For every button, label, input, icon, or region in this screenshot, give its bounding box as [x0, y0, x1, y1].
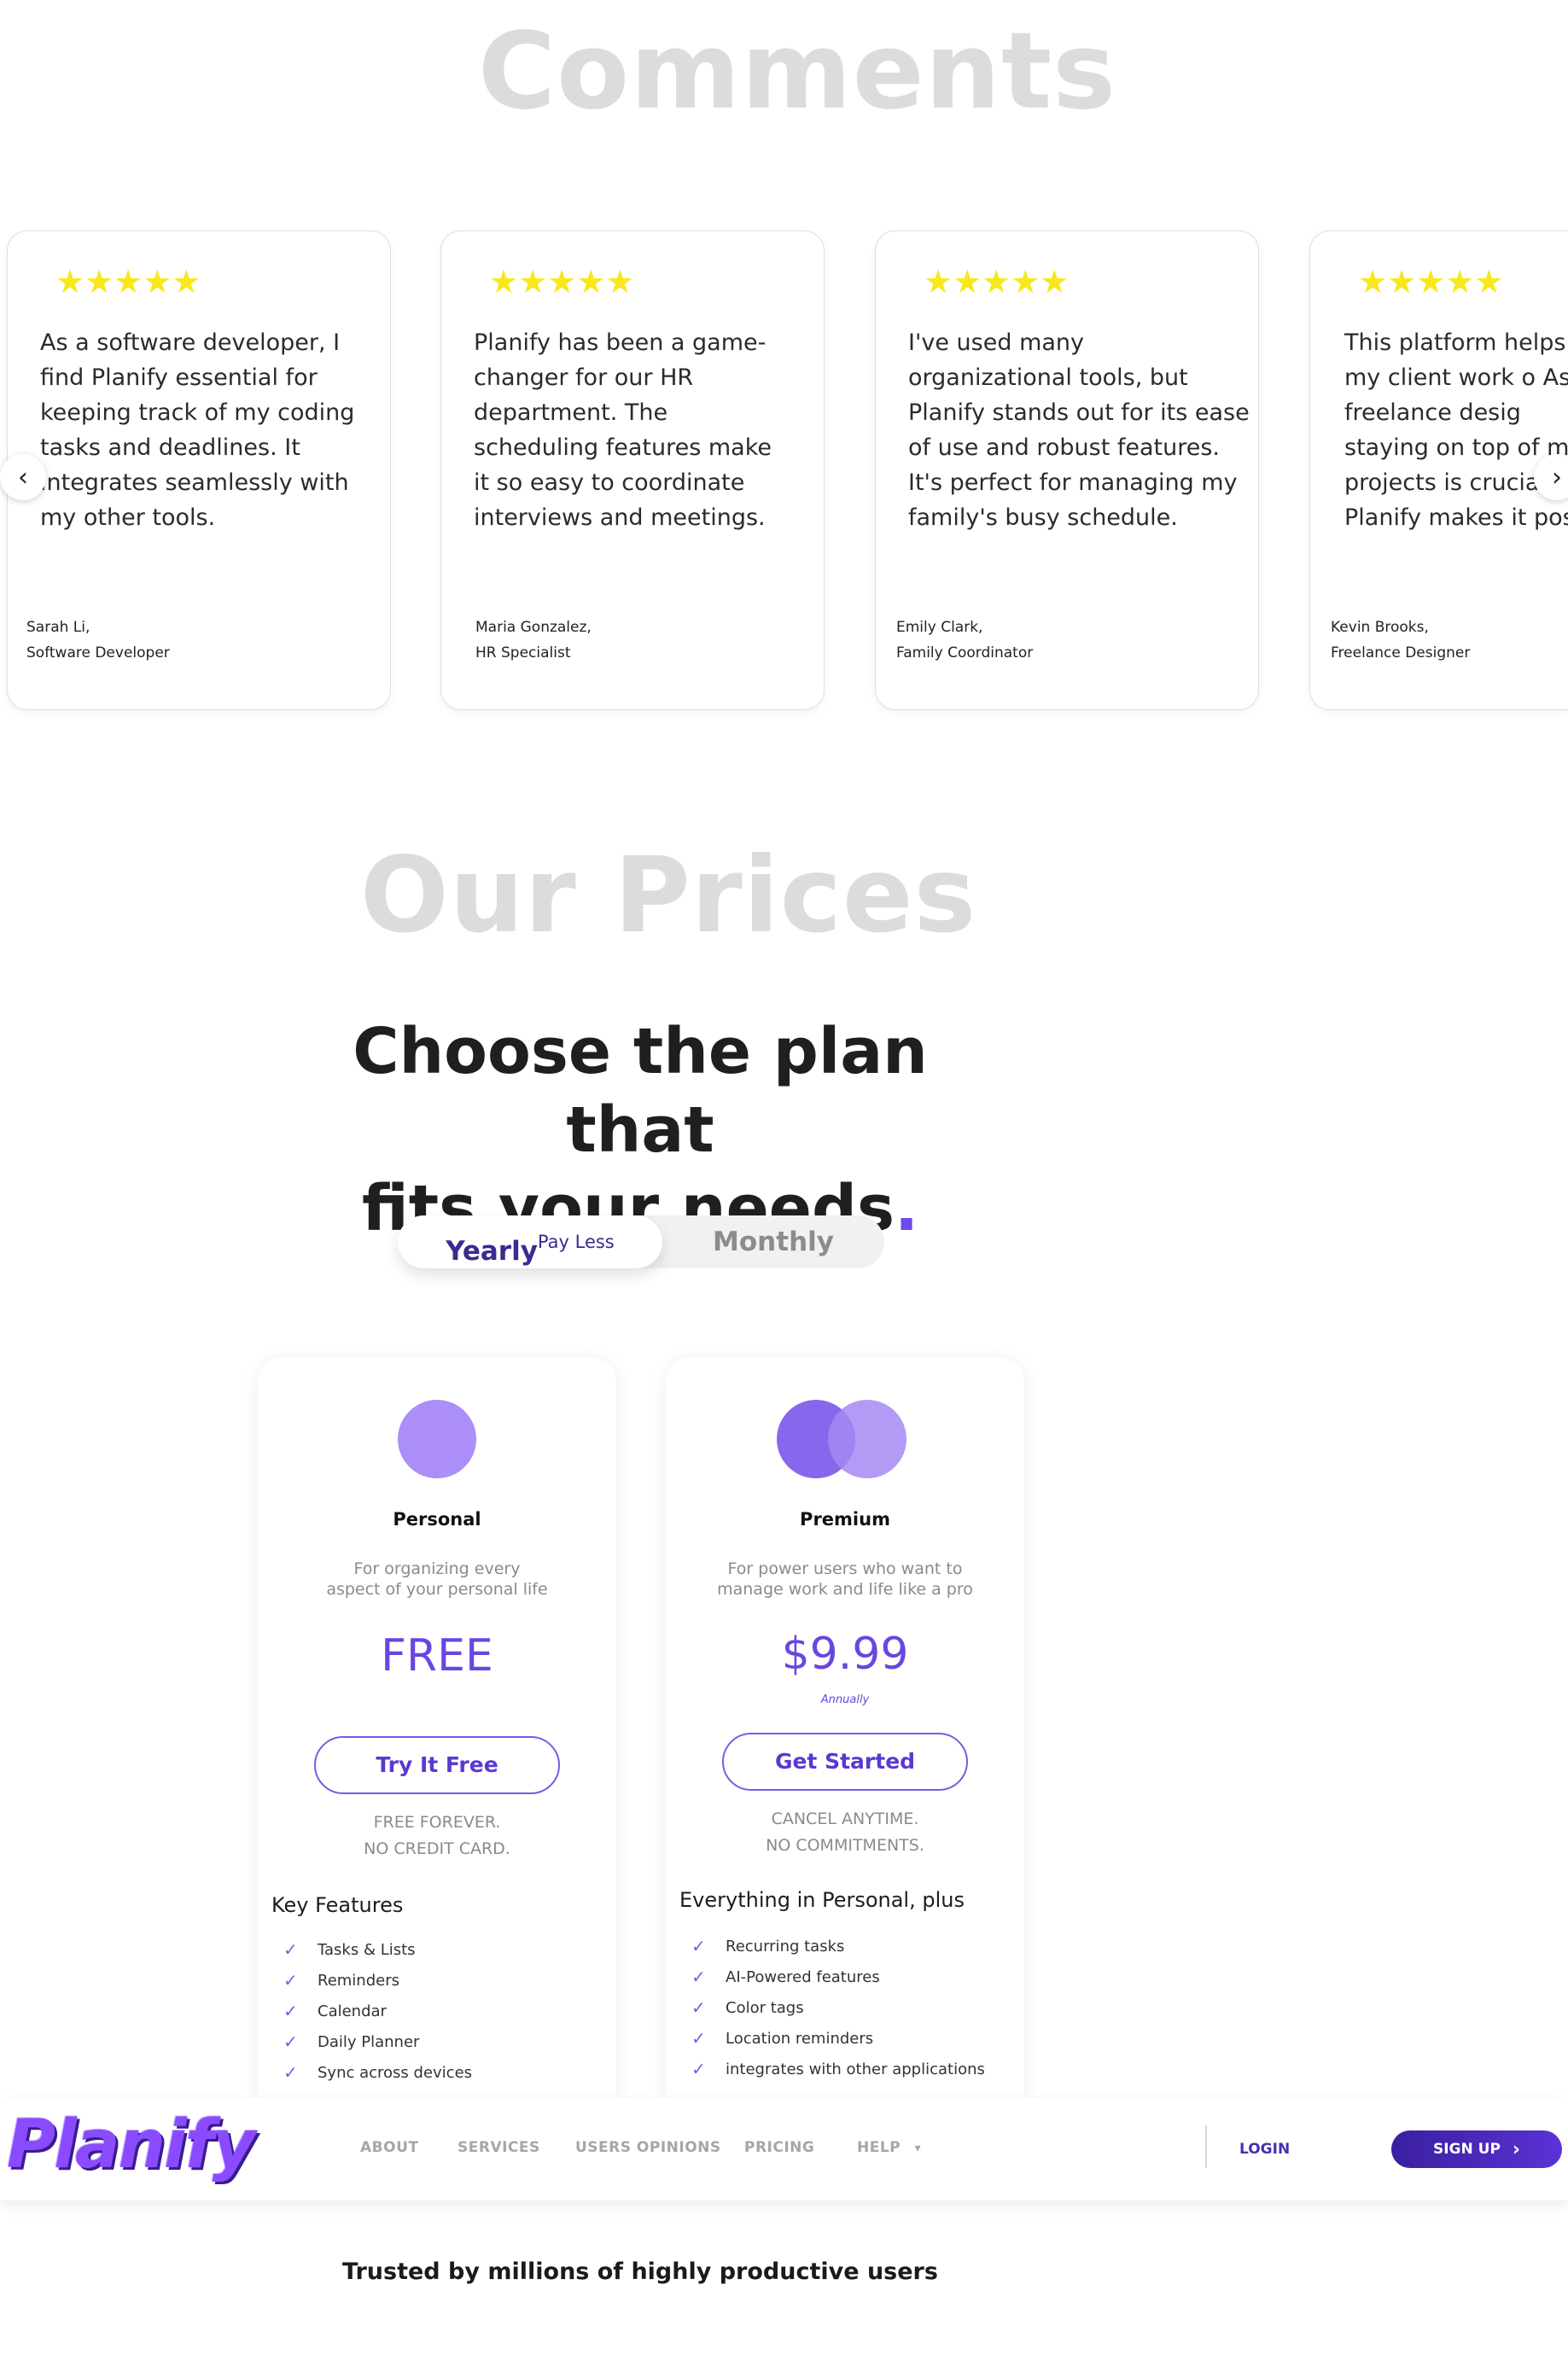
check-icon: ✓: [283, 2031, 298, 2052]
check-icon: ✓: [283, 2062, 298, 2083]
check-icon: ✓: [283, 2001, 298, 2021]
testimonial-quote: I've used many organizational tools, but…: [908, 329, 1250, 531]
plan-note: CANCEL ANYTIME. NO COMMITMENTS.: [766, 1810, 924, 1855]
check-icon: ✓: [691, 1967, 706, 1987]
check-icon: ✓: [691, 2059, 706, 2079]
plan-name: Premium: [800, 1509, 890, 1530]
feature-item: ✓ Calendar: [283, 2001, 387, 2021]
brand-logo[interactable]: Planify: [7, 2112, 256, 2178]
plan-icon-personal: [398, 1400, 476, 1478]
signup-button[interactable]: SIGN UP ›: [1391, 2130, 1562, 2168]
prices-section-title: Our Prices: [360, 835, 977, 956]
feature-item: ✓ integrates with other applications: [691, 2059, 985, 2079]
plan-price: FREE: [381, 1630, 493, 1682]
rating-stars: ★★★★★: [924, 263, 1070, 300]
feature-item: ✓ Location reminders: [691, 2028, 874, 2049]
testimonial-quote: As a software developer, I find Planify …: [40, 329, 355, 531]
navbar: Planify ABOUT SERVICES USERS OPINIONS PR…: [0, 2098, 1568, 2200]
testimonial-role: HR Specialist: [475, 644, 571, 662]
nav-divider: [1205, 2125, 1207, 2168]
pay-less-badge: Pay Less: [537, 1232, 615, 1252]
testimonial-role: Software Developer: [26, 644, 170, 662]
testimonial-card: ★★★★★ Planify has been a game-changer fo…: [440, 230, 825, 710]
testimonial-role: Family Coordinator: [896, 644, 1034, 662]
plan-card-premium: Premium For power users who want to mana…: [666, 1357, 1024, 2100]
feature-item: ✓ Tasks & Lists: [283, 1939, 416, 1960]
nav-link-help[interactable]: HELP ▾: [857, 2139, 921, 2156]
testimonial-card: ★★★★★ This platform helps all my client …: [1309, 230, 1568, 710]
pricing-heading: Choose the plan that fits your needs.: [282, 1012, 999, 1248]
testimonial-author: Kevin Brooks,: [1331, 619, 1429, 636]
testimonial-role: Freelance Designer: [1331, 644, 1471, 662]
try-it-free-button[interactable]: Try It Free: [314, 1736, 560, 1794]
tab-yearly[interactable]: YearlyPay Less: [398, 1215, 662, 1268]
check-icon: ✓: [691, 2028, 706, 2049]
carousel-prev-button[interactable]: ‹: [0, 454, 46, 500]
rating-stars: ★★★★★: [55, 263, 201, 300]
feature-item: ✓ Color tags: [691, 1997, 804, 2018]
rating-stars: ★★★★★: [489, 263, 635, 300]
testimonial-card: ★★★★★ I've used many organizational tool…: [875, 230, 1259, 710]
get-started-button[interactable]: Get Started: [722, 1733, 968, 1791]
testimonial-quote: Planify has been a game-changer for our …: [474, 329, 772, 531]
testimonial-card: ★★★★★ As a software developer, I find Pl…: [7, 230, 391, 710]
plan-name: Personal: [393, 1509, 481, 1530]
testimonial-author: Maria Gonzalez,: [475, 619, 592, 636]
plan-billing-period: Annually: [820, 1693, 870, 1706]
rating-stars: ★★★★★: [1358, 263, 1504, 300]
chevron-right-icon: ›: [1552, 462, 1562, 493]
nav-link-about[interactable]: ABOUT: [360, 2139, 418, 2156]
features-list: ✓ Tasks & Lists ✓ Reminders ✓ Calendar ✓ Dai…: [283, 1934, 472, 2088]
features-title: Everything in Personal, plus: [679, 1888, 965, 1912]
billing-period-toggle[interactable]: YearlyPay Less Monthly: [398, 1215, 884, 1268]
testimonial-author: Emily Clark,: [896, 619, 983, 636]
pricing-heading-line1: Choose the plan that: [353, 1015, 928, 1167]
plan-icon-premium-overlap: [828, 1400, 906, 1478]
chevron-down-icon: ▾: [914, 2142, 922, 2155]
feature-item: ✓ AI-Powered features: [691, 1967, 880, 1987]
chevron-left-icon: ‹: [18, 462, 28, 493]
chevron-right-icon: ›: [1512, 2138, 1520, 2160]
plan-price: $9.99: [781, 1629, 909, 1680]
check-icon: ✓: [691, 1936, 706, 1956]
feature-item: ✓ Daily Planner: [283, 2031, 420, 2052]
nav-link-services[interactable]: SERVICES: [458, 2139, 540, 2156]
comments-section-title: Comments: [478, 10, 1117, 133]
check-icon: ✓: [283, 1939, 298, 1960]
plan-card-personal: Personal For organizing every aspect of …: [258, 1357, 616, 2100]
features-list: ✓ Recurring tasks ✓ AI-Powered features ✓ C…: [691, 1931, 985, 2084]
feature-item: ✓ Recurring tasks: [691, 1936, 845, 1956]
trusted-by-text: Trusted by millions of highly productive…: [342, 2259, 938, 2285]
testimonial-author: Sarah Li,: [26, 619, 90, 636]
features-title: Key Features: [271, 1893, 404, 1917]
tab-monthly[interactable]: Monthly: [662, 1215, 884, 1268]
plan-note: FREE FOREVER. NO CREDIT CARD.: [364, 1813, 510, 1858]
plan-description: For power users who want to manage work …: [717, 1559, 973, 1599]
nav-link-pricing[interactable]: PRICING: [744, 2139, 814, 2156]
feature-item: ✓ Reminders: [283, 1970, 399, 1990]
nav-link-users-opinions[interactable]: USERS OPINIONS: [575, 2139, 721, 2156]
login-link[interactable]: LOGIN: [1239, 2141, 1290, 2158]
feature-item: ✓ Sync across devices: [283, 2062, 473, 2083]
check-icon: ✓: [691, 1997, 706, 2018]
check-icon: ✓: [283, 1970, 298, 1990]
testimonial-quote: This platform helps all my client work o…: [1344, 329, 1568, 531]
plan-description: For organizing every aspect of your pers…: [326, 1559, 548, 1599]
